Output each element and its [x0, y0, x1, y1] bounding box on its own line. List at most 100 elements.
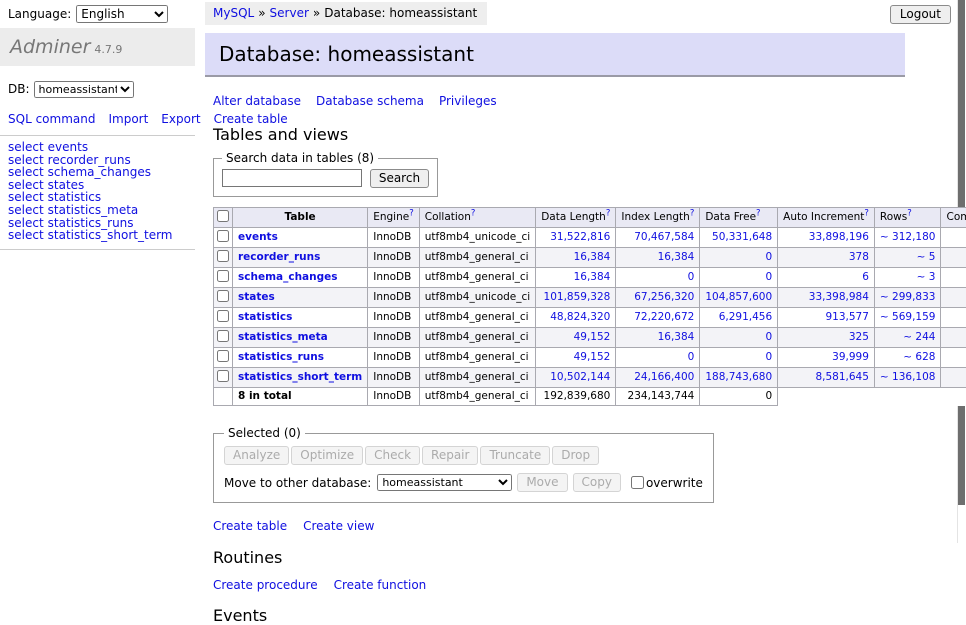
help-link[interactable]: ? [409, 209, 414, 219]
rows-count-link[interactable]: ~ 244 [903, 331, 935, 343]
data-length-link[interactable]: 49,152 [574, 351, 611, 363]
check-button[interactable]: Check [365, 446, 420, 465]
table-name-cell: statistics [233, 308, 368, 328]
auto-increment-cell: 39,999 [778, 348, 875, 368]
import-link[interactable]: Import [108, 112, 148, 126]
create-view-link[interactable]: Create view [303, 519, 374, 533]
row-check-cell [214, 348, 233, 368]
create-table-link[interactable]: Create table [213, 519, 287, 533]
rows-count-link[interactable]: ~ 136,108 [880, 371, 936, 383]
table-name-link[interactable]: statistics_short_term [238, 371, 362, 383]
auto-increment-cell: 913,577 [778, 308, 875, 328]
row-checkbox[interactable] [217, 370, 229, 382]
table-name-link[interactable]: statistics [238, 311, 292, 323]
privileges-link[interactable]: Privileges [439, 94, 497, 108]
data-free-link[interactable]: 50,331,648 [712, 231, 772, 243]
data-length-link[interactable]: 31,522,816 [550, 231, 610, 243]
row-checkbox[interactable] [217, 290, 229, 302]
data-length-link[interactable]: 101,859,328 [544, 291, 611, 303]
search-button[interactable]: Search [370, 169, 429, 188]
search-input[interactable] [222, 169, 362, 187]
select-link[interactable]: select [8, 228, 44, 242]
index-length-link[interactable]: 67,256,320 [634, 291, 694, 303]
row-checkbox[interactable] [217, 330, 229, 342]
drop-button[interactable]: Drop [552, 446, 599, 465]
data-length-link[interactable]: 49,152 [574, 331, 611, 343]
index-length-link[interactable]: 72,220,672 [634, 311, 694, 323]
help-link[interactable]: ? [907, 209, 912, 219]
copy-button[interactable]: Copy [573, 473, 621, 492]
row-checkbox[interactable] [217, 270, 229, 282]
data-free-link[interactable]: 0 [765, 271, 772, 283]
optimize-button[interactable]: Optimize [291, 446, 363, 465]
auto-increment-link[interactable]: 33,398,984 [809, 291, 869, 303]
auto-increment-link[interactable]: 8,581,645 [815, 371, 868, 383]
create-procedure-link[interactable]: Create procedure [213, 578, 318, 592]
index-length-link[interactable]: 0 [688, 271, 695, 283]
table-name-link[interactable]: statistics_runs [238, 351, 324, 363]
data-free-link[interactable]: 0 [765, 351, 772, 363]
index-length-link[interactable]: 16,384 [658, 251, 695, 263]
sql-command-link[interactable]: SQL command [8, 112, 95, 126]
select-link[interactable]: select [8, 203, 44, 217]
data-free-link[interactable]: 6,291,456 [719, 311, 772, 323]
row-checkbox[interactable] [217, 250, 229, 262]
index-length-link[interactable]: 16,384 [658, 331, 695, 343]
row-checkbox[interactable] [217, 310, 229, 322]
index-length-link[interactable]: 0 [688, 351, 695, 363]
rows-count-link[interactable]: ~ 628 [903, 351, 935, 363]
data-free-link[interactable]: 188,743,680 [705, 371, 772, 383]
create-function-link[interactable]: Create function [334, 578, 427, 592]
index-length-link[interactable]: 24,166,400 [634, 371, 694, 383]
help-link[interactable]: ? [471, 209, 476, 219]
auto-increment-link[interactable]: 39,999 [832, 351, 869, 363]
help-link[interactable]: ? [690, 209, 695, 219]
row-checkbox[interactable] [217, 350, 229, 362]
auto-increment-link[interactable]: 6 [862, 271, 869, 283]
breadcrumb-mysql-link[interactable]: MySQL [213, 6, 254, 20]
truncate-button[interactable]: Truncate [480, 446, 550, 465]
database-schema-link[interactable]: Database schema [316, 94, 424, 108]
app-version: 4.7.9 [94, 43, 122, 56]
db-select[interactable]: homeassistant [34, 81, 134, 98]
rows-count-link[interactable]: ~ 299,833 [880, 291, 936, 303]
auto-increment-link[interactable]: 378 [849, 251, 869, 263]
overwrite-checkbox[interactable] [631, 476, 644, 489]
breadcrumb-server-link[interactable]: Server [270, 6, 309, 20]
repair-button[interactable]: Repair [422, 446, 478, 465]
help-link[interactable]: ? [606, 209, 611, 219]
rows-count-link[interactable]: ~ 569,159 [880, 311, 936, 323]
table-name-link[interactable]: statistics_meta [238, 331, 328, 343]
select-link[interactable]: select [8, 140, 44, 154]
select-all-checkbox[interactable] [217, 210, 229, 222]
auto-increment-link[interactable]: 913,577 [826, 311, 869, 323]
sidebar-table-link-statistics-short-term[interactable]: statistics_short_term [48, 228, 173, 242]
analyze-button[interactable]: Analyze [224, 446, 289, 465]
help-link[interactable]: ? [756, 209, 761, 219]
alter-database-link[interactable]: Alter database [213, 94, 301, 108]
table-name-link[interactable]: schema_changes [238, 271, 338, 283]
rows-count-link[interactable]: ~ 312,180 [880, 231, 936, 243]
move-button[interactable]: Move [517, 473, 567, 492]
row-checkbox[interactable] [217, 230, 229, 242]
data-length-link[interactable]: 16,384 [574, 251, 611, 263]
index-length-link[interactable]: 70,467,584 [634, 231, 694, 243]
data-free-link[interactable]: 104,857,600 [705, 291, 772, 303]
column-header-data-free: Data Free? [700, 208, 778, 228]
table-name-link[interactable]: events [238, 231, 278, 243]
data-free-link[interactable]: 0 [765, 251, 772, 263]
export-link[interactable]: Export [161, 112, 200, 126]
auto-increment-link[interactable]: 33,898,196 [809, 231, 869, 243]
auto-increment-link[interactable]: 325 [849, 331, 869, 343]
data-length-link[interactable]: 10,502,144 [550, 371, 610, 383]
table-name-link[interactable]: states [238, 291, 275, 303]
data-length-link[interactable]: 16,384 [574, 271, 611, 283]
help-link[interactable]: ? [864, 209, 869, 219]
move-database-select[interactable]: homeassistant [377, 474, 512, 491]
table-name-link[interactable]: recorder_runs [238, 251, 320, 263]
language-select[interactable]: English [76, 5, 168, 23]
rows-count-link[interactable]: ~ 5 [917, 251, 936, 263]
rows-count-link[interactable]: ~ 3 [917, 271, 936, 283]
data-length-link[interactable]: 48,824,320 [550, 311, 610, 323]
data-free-link[interactable]: 0 [765, 331, 772, 343]
